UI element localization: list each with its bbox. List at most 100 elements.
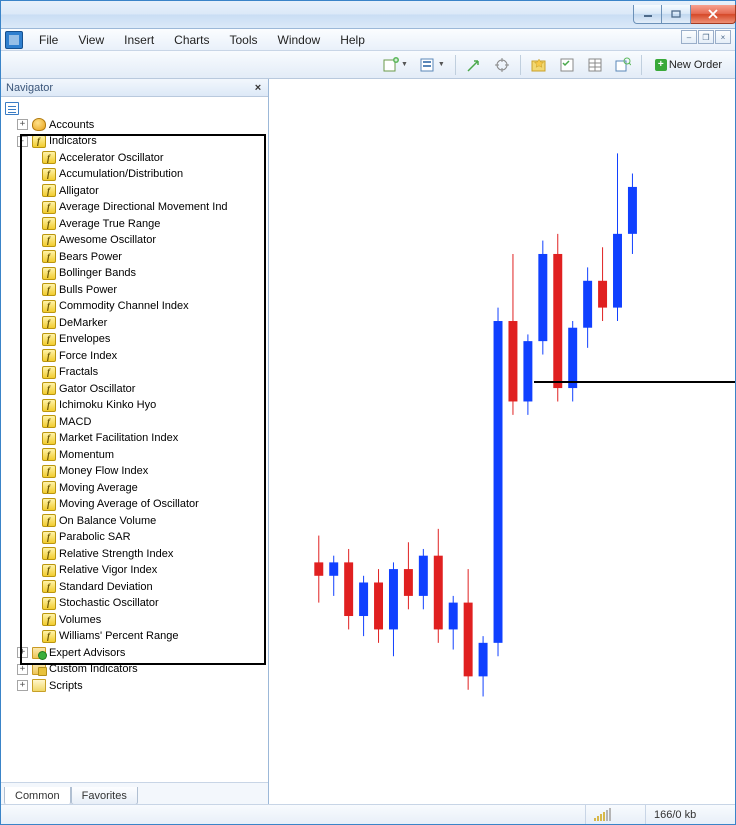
options-button[interactable] (583, 54, 607, 76)
indicator-item[interactable]: fMACD (3, 414, 268, 431)
mdi-close-button[interactable]: × (715, 30, 731, 44)
indicator-item[interactable]: fMomentum (3, 447, 268, 464)
menu-help[interactable]: Help (330, 31, 375, 49)
toolbar: ▼ ▼ + New Order (1, 51, 735, 79)
function-icon: f (32, 135, 46, 148)
indicator-label: Accumulation/Distribution (59, 168, 183, 180)
function-icon: f (42, 481, 56, 494)
expand-icon[interactable]: + (17, 664, 28, 675)
function-icon: f (42, 580, 56, 593)
root-icon (5, 102, 19, 115)
indicator-item[interactable]: fGator Oscillator (3, 381, 268, 398)
function-icon: f (42, 168, 56, 181)
indicator-item[interactable]: fVolumes (3, 612, 268, 629)
navigator-header[interactable]: Navigator × (1, 79, 268, 97)
navigator-toggle-button[interactable] (490, 54, 514, 76)
indicator-label: Bollinger Bands (59, 267, 136, 279)
indicator-item[interactable]: fBollinger Bands (3, 265, 268, 282)
menu-view[interactable]: View (68, 31, 114, 49)
indicator-label: Moving Average of Oscillator (59, 498, 199, 510)
function-icon: f (42, 448, 56, 461)
titlebar[interactable] (1, 1, 735, 29)
menu-charts[interactable]: Charts (164, 31, 219, 49)
indicator-label: Bears Power (59, 251, 122, 263)
tree-root[interactable] (3, 100, 268, 117)
indicator-item[interactable]: fIchimoku Kinko Hyo (3, 397, 268, 414)
indicator-item[interactable]: fAverage True Range (3, 216, 268, 233)
indicator-label: Ichimoku Kinko Hyo (59, 399, 156, 411)
indicator-item[interactable]: fBulls Power (3, 282, 268, 299)
function-icon: f (42, 597, 56, 610)
indicator-item[interactable]: fBears Power (3, 249, 268, 266)
function-icon: f (42, 415, 56, 428)
indicator-label: Average Directional Movement Ind (59, 201, 228, 213)
terminal-button[interactable] (527, 54, 551, 76)
mdi-minimize-button[interactable]: ‒ (681, 30, 697, 44)
indicator-item[interactable]: fAwesome Oscillator (3, 232, 268, 249)
tab-common[interactable]: Common (4, 787, 71, 804)
indicator-item[interactable]: fOn Balance Volume (3, 513, 268, 530)
function-icon: f (42, 217, 56, 230)
indicator-item[interactable]: fParabolic SAR (3, 529, 268, 546)
indicator-label: Accelerator Oscillator (59, 152, 164, 164)
indicator-item[interactable]: fMoving Average (3, 480, 268, 497)
navigator-close-button[interactable]: × (251, 81, 265, 95)
function-icon: f (42, 234, 56, 247)
indicator-item[interactable]: fCommodity Channel Index (3, 298, 268, 315)
indicator-item[interactable]: fRelative Vigor Index (3, 562, 268, 579)
menu-file[interactable]: File (29, 31, 68, 49)
indicator-item[interactable]: fFractals (3, 364, 268, 381)
chart-settings-button[interactable] (611, 54, 635, 76)
custom-indicators-label: Custom Indicators (49, 663, 138, 675)
tree-custom-indicators[interactable]: + Custom Indicators (3, 661, 268, 678)
indicator-item[interactable]: fEnvelopes (3, 331, 268, 348)
tree-scripts[interactable]: + Scripts (3, 678, 268, 695)
expert-advisors-label: Expert Advisors (49, 647, 125, 659)
tree-expert-advisors[interactable]: + Expert Advisors (3, 645, 268, 662)
profiles-button[interactable]: ▼ (416, 54, 449, 76)
indicator-item[interactable]: fStandard Deviation (3, 579, 268, 596)
indicator-item[interactable]: fAlligator (3, 183, 268, 200)
scripts-icon (32, 679, 46, 692)
indicator-item[interactable]: fRelative Strength Index (3, 546, 268, 563)
indicator-item[interactable]: fStochastic Oscillator (3, 595, 268, 612)
indicator-item[interactable]: fForce Index (3, 348, 268, 365)
expand-icon[interactable]: + (17, 647, 28, 658)
menu-insert[interactable]: Insert (114, 31, 164, 49)
scripts-label: Scripts (49, 680, 83, 692)
maximize-icon (671, 10, 681, 18)
app-icon[interactable] (5, 31, 23, 49)
function-icon: f (42, 547, 56, 560)
strategy-tester-button[interactable] (555, 54, 579, 76)
indicator-item[interactable]: fAccelerator Oscillator (3, 150, 268, 167)
market-watch-button[interactable] (462, 54, 486, 76)
accounts-icon (32, 118, 46, 131)
indicators-label: Indicators (49, 135, 97, 147)
mdi-restore-button[interactable]: ❐ (698, 30, 714, 44)
profiles-icon (420, 57, 436, 73)
indicator-label: Volumes (59, 614, 101, 626)
chart-area[interactable]: Metatrader 4 Indicators List (269, 79, 735, 804)
menu-window[interactable]: Window (268, 31, 331, 49)
window-minimize-button[interactable] (633, 5, 662, 24)
indicator-item[interactable]: fMoving Average of Oscillator (3, 496, 268, 513)
expand-icon[interactable]: + (17, 119, 28, 130)
menu-tools[interactable]: Tools (220, 31, 268, 49)
navigator-tree[interactable]: + Accounts - f Indicators fAccelerator O… (1, 97, 268, 782)
new-chart-button[interactable]: ▼ (379, 54, 412, 76)
tree-indicators[interactable]: - f Indicators (3, 133, 268, 150)
indicator-item[interactable]: fMoney Flow Index (3, 463, 268, 480)
tree-accounts[interactable]: + Accounts (3, 117, 268, 134)
collapse-icon[interactable]: - (17, 136, 28, 147)
app-window: File View Insert Charts Tools Window Hel… (0, 0, 736, 825)
window-maximize-button[interactable] (662, 5, 691, 24)
window-close-button[interactable] (691, 5, 736, 24)
tab-favorites[interactable]: Favorites (71, 787, 138, 804)
indicator-item[interactable]: fDeMarker (3, 315, 268, 332)
indicator-item[interactable]: fAccumulation/Distribution (3, 166, 268, 183)
new-order-button[interactable]: + New Order (648, 54, 729, 76)
indicator-item[interactable]: fMarket Facilitation Index (3, 430, 268, 447)
expand-icon[interactable]: + (17, 680, 28, 691)
indicator-item[interactable]: fAverage Directional Movement Ind (3, 199, 268, 216)
indicator-item[interactable]: fWilliams' Percent Range (3, 628, 268, 645)
